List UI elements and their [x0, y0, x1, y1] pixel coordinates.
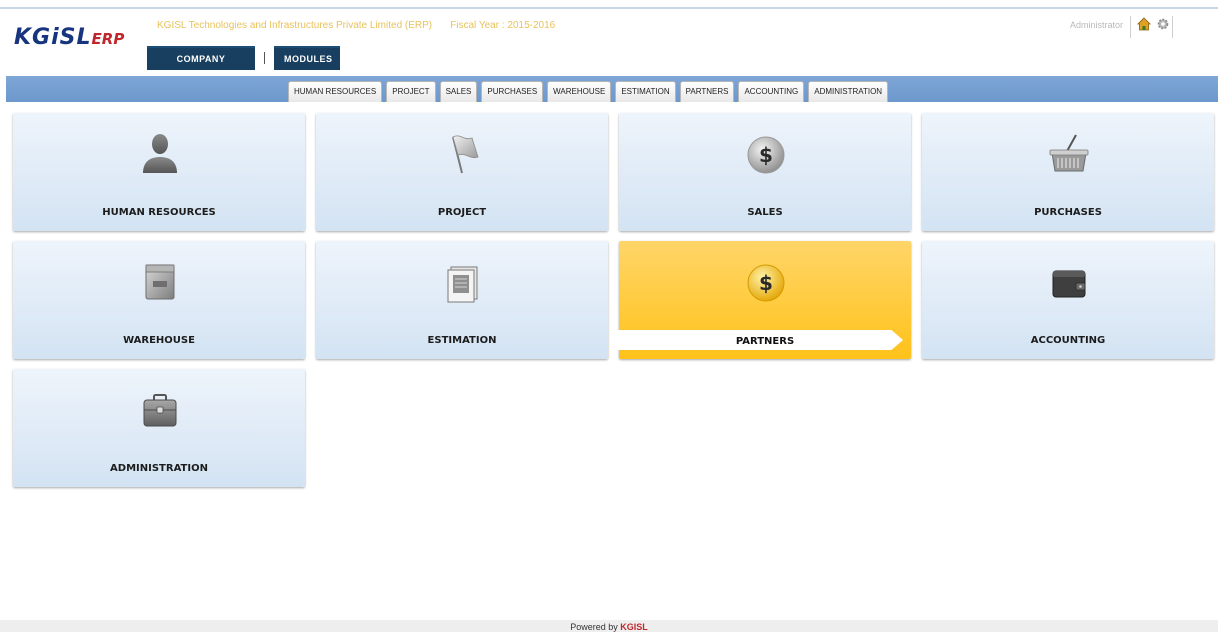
- tile-administration[interactable]: ADMINISTRATION: [13, 369, 305, 487]
- tile-label: PURCHASES: [1034, 207, 1102, 218]
- user-name[interactable]: Administrator: [1070, 20, 1123, 30]
- logo-main: KGiSL: [14, 25, 92, 50]
- tile-partners[interactable]: $ PARTNERS: [615, 241, 911, 359]
- tile-label: SALES: [747, 207, 783, 218]
- gear-icon[interactable]: [1156, 17, 1170, 31]
- logo-suffix: ERP: [91, 30, 125, 48]
- tile-label: WAREHOUSE: [123, 335, 195, 346]
- dollar-coin-icon: $: [747, 136, 785, 174]
- footer: Powered by KGISL: [0, 620, 1218, 632]
- footer-prefix: Powered by: [570, 622, 618, 632]
- tile-label: ESTIMATION: [427, 335, 497, 346]
- tab-purchases[interactable]: PURCHASES: [481, 81, 544, 102]
- wallet-icon: [1052, 270, 1086, 298]
- tile-accounting[interactable]: ACCOUNTING: [922, 241, 1214, 359]
- tab-sales[interactable]: SALES: [439, 81, 478, 102]
- svg-text:$: $: [759, 271, 773, 295]
- dollar-coin-icon: $: [747, 264, 785, 302]
- module-tabs: HUMAN RESOURCES PROJECT SALES PURCHASES …: [288, 81, 889, 102]
- person-icon: [143, 134, 177, 173]
- modules-button[interactable]: MODULES: [274, 46, 340, 70]
- company-name: KGISL Technologies and Infrastructures P…: [157, 20, 433, 31]
- company-address-button[interactable]: COMPANY ADDRESS: [147, 46, 255, 86]
- tab-estimation[interactable]: ESTIMATION: [615, 81, 676, 102]
- tile-label: PROJECT: [437, 207, 487, 218]
- tab-accounting[interactable]: ACCOUNTING: [738, 81, 805, 102]
- tile-sales[interactable]: $ SALES: [619, 113, 911, 231]
- fiscal-year: Fiscal Year : 2015-2016: [450, 20, 556, 31]
- tile-human-resources[interactable]: HUMAN RESOURCES: [13, 113, 305, 231]
- tile-purchases[interactable]: PURCHASES: [922, 113, 1214, 231]
- tab-partners[interactable]: PARTNERS: [679, 81, 735, 102]
- tile-label: PARTNERS: [735, 336, 795, 347]
- tab-human-resources[interactable]: HUMAN RESOURCES: [288, 81, 383, 102]
- tile-project[interactable]: PROJECT: [316, 113, 608, 231]
- flag-icon: [452, 135, 479, 174]
- tab-warehouse[interactable]: WAREHOUSE: [547, 81, 612, 102]
- footer-brand[interactable]: KGISL: [620, 622, 648, 632]
- svg-text:$: $: [759, 143, 773, 167]
- tab-administration[interactable]: ADMINISTRATION: [808, 81, 889, 102]
- header-button-separator: [264, 52, 265, 64]
- kgisl-erp-logo[interactable]: KGiSLERP: [14, 25, 124, 50]
- briefcase-icon: [143, 394, 177, 427]
- company-info: KGISL Technologies and Infrastructures P…: [157, 20, 555, 31]
- tile-estimation[interactable]: ESTIMATION: [316, 241, 608, 359]
- tile-warehouse[interactable]: WAREHOUSE: [13, 241, 305, 359]
- basket-icon: [1049, 134, 1089, 172]
- tile-label: ACCOUNTING: [1030, 335, 1106, 346]
- document-icon: [447, 266, 478, 303]
- header-separator-right: [1172, 16, 1173, 38]
- tab-project[interactable]: PROJECT: [386, 81, 436, 102]
- home-icon[interactable]: [1137, 17, 1151, 31]
- header-separator: [1130, 16, 1131, 38]
- tile-label: ADMINISTRATION: [110, 463, 208, 474]
- box-icon: [145, 264, 175, 300]
- tile-label: HUMAN RESOURCES: [102, 207, 216, 218]
